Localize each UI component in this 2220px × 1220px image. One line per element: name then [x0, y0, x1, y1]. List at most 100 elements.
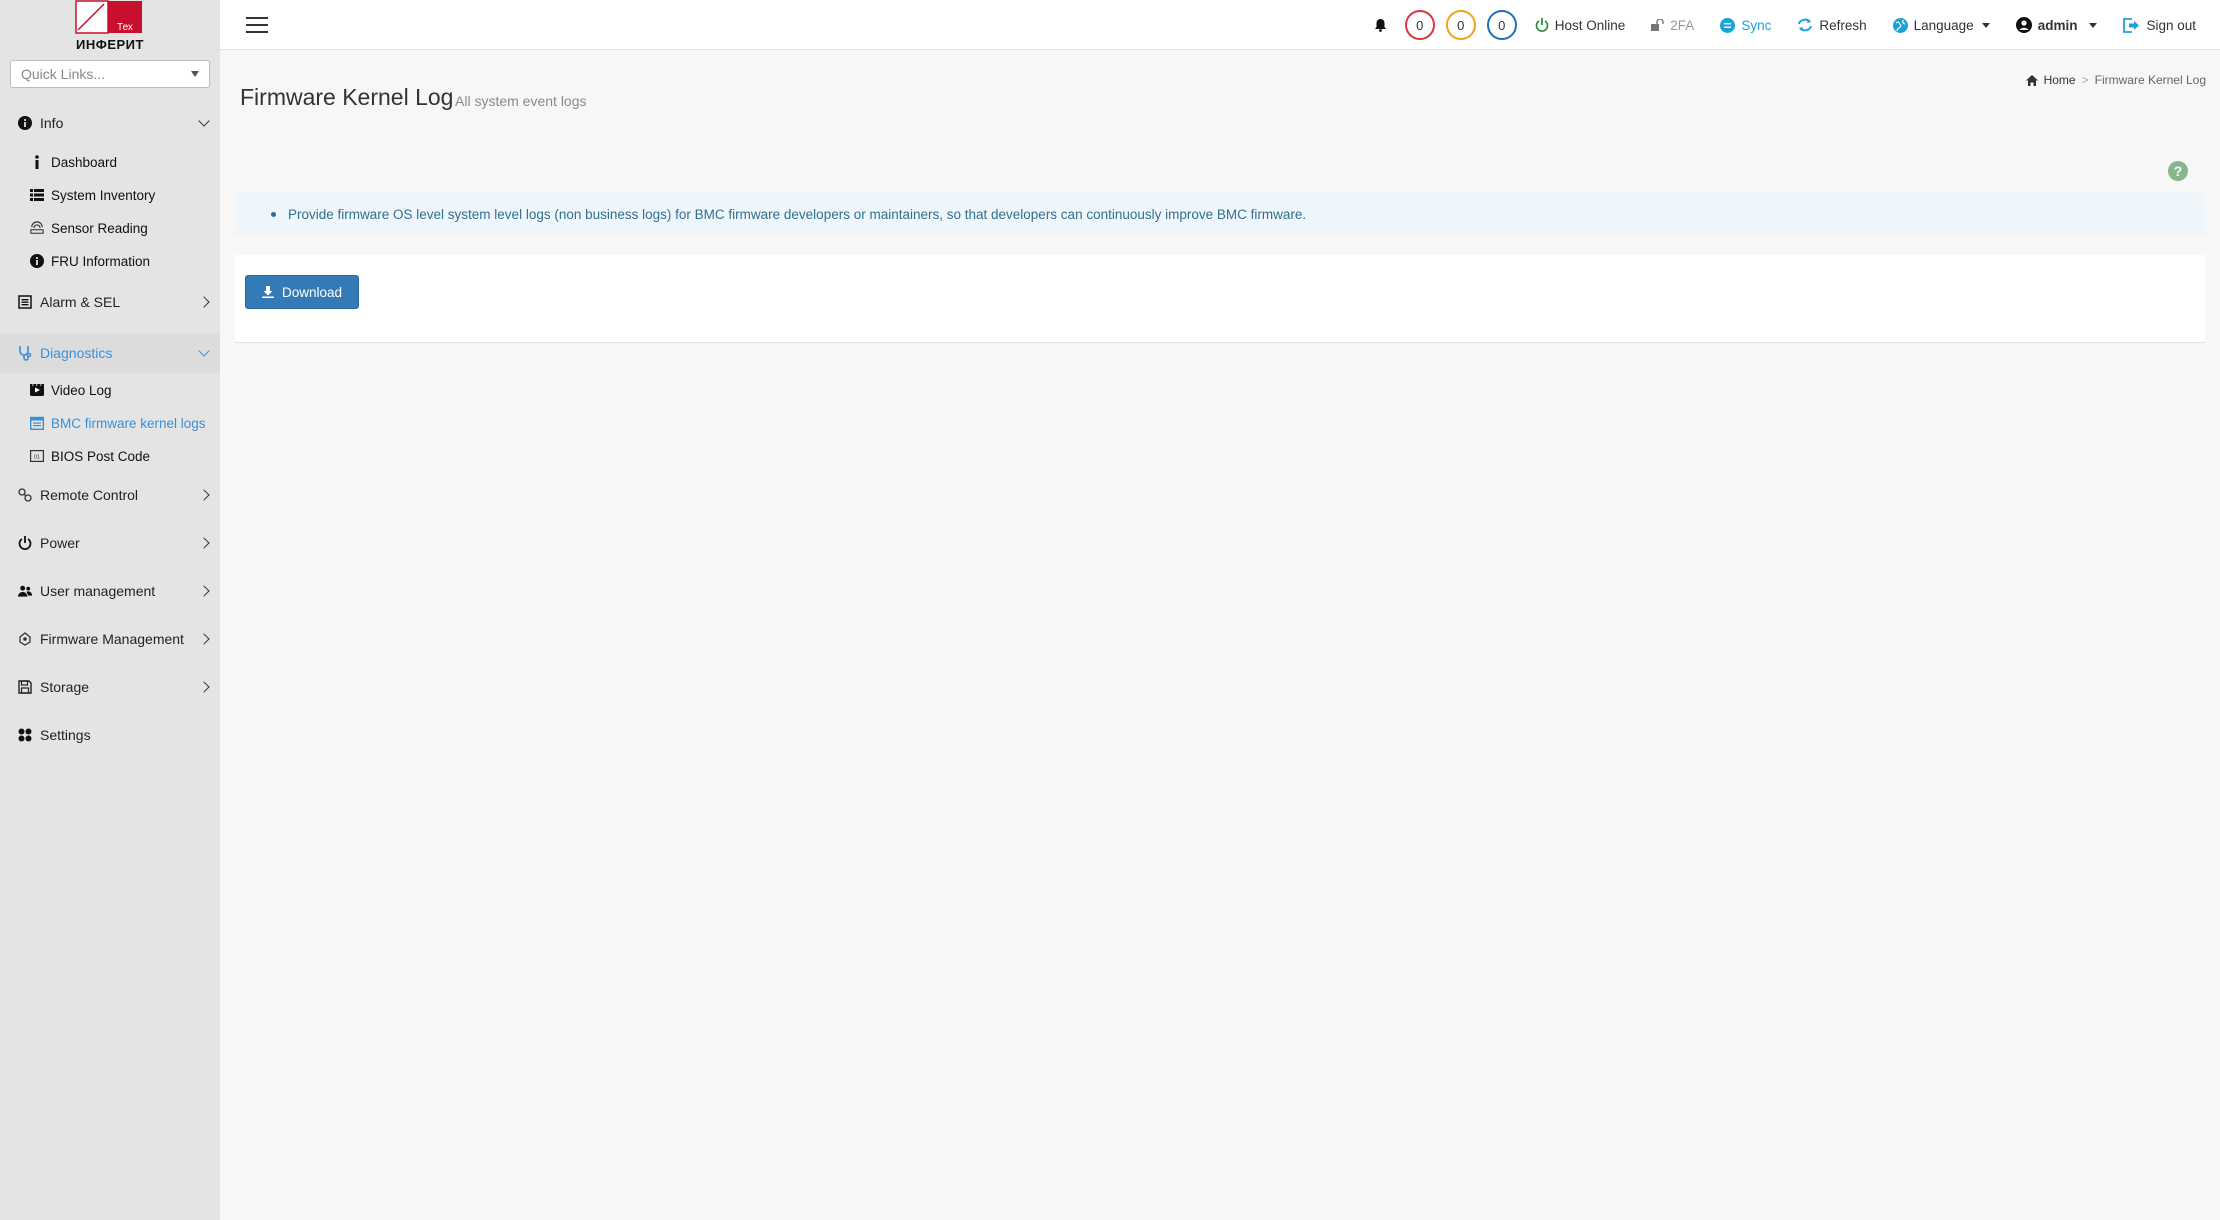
chevron-down-icon [198, 345, 210, 357]
download-label: Download [281, 284, 343, 300]
user-dropdown[interactable]: admin [2015, 17, 2098, 33]
sidebar-group-label: Remote Control [40, 487, 139, 503]
breadcrumb-current: Firmware Kernel Log [2094, 73, 2206, 87]
download-panel: Download [235, 255, 2205, 343]
firmware-icon [18, 632, 32, 646]
sidebar-item-label: Dashboard [51, 154, 118, 170]
sidebar-group-firmware-management[interactable]: Firmware Management [0, 622, 220, 656]
refresh-button[interactable]: Refresh [1797, 18, 1867, 33]
remote-icon [18, 488, 32, 502]
bell-icon [1374, 19, 1386, 32]
unlock-icon [1651, 19, 1664, 31]
sidebar-group-storage[interactable]: Storage [0, 670, 220, 704]
sidebar-group-alarm-sel[interactable]: Alarm & SEL [0, 285, 220, 319]
sidebar-group-user-management[interactable]: User management [0, 574, 220, 608]
logo-icon: Тех [75, 0, 142, 34]
sidebar-group-label: Settings [40, 727, 91, 743]
chevron-right-icon [198, 489, 210, 501]
sidebar-group-label: Firmware Management [40, 631, 184, 647]
breadcrumb-separator: > [2081, 73, 2089, 87]
users-icon [18, 584, 32, 598]
svg-text:01: 01 [34, 455, 40, 461]
calendar-list-icon [30, 416, 44, 430]
info-text: Provide firmware OS level system level l… [288, 206, 1307, 222]
sidebar-item-label: FRU Information [51, 253, 151, 269]
chevron-right-icon [198, 585, 210, 597]
chevron-right-icon [198, 633, 210, 645]
sidebar-item-fru-information[interactable]: FRU Information [0, 245, 220, 277]
user-circle-icon [2015, 17, 2032, 33]
warning-count-badge[interactable]: 0 [1445, 10, 1476, 40]
power-icon [1535, 18, 1549, 32]
bullet-icon [271, 211, 276, 217]
critical-count-badge[interactable]: 0 [1404, 10, 1435, 40]
quick-links-placeholder: Quick Links... [21, 66, 106, 82]
logo[interactable]: Тех ИНФЕРИТ [0, 0, 220, 52]
download-button[interactable]: Download [245, 275, 359, 309]
sidebar-item-label: Video Log [51, 382, 112, 398]
sync-label: Sync [1741, 17, 1772, 33]
sync-icon [1720, 17, 1736, 33]
notifications-bell[interactable] [1374, 18, 1387, 32]
menu-toggle-icon[interactable] [246, 17, 268, 33]
sidebar-item-bios-post-code[interactable]: 01 BIOS Post Code [0, 440, 220, 472]
info-callout: Provide firmware OS level system level l… [235, 193, 2205, 235]
list-icon [30, 188, 44, 202]
info-circle-icon [30, 254, 44, 268]
language-label: Language [1913, 17, 1974, 33]
chevron-down-icon [191, 71, 199, 77]
sidebar-group-label: Diagnostics [40, 345, 113, 361]
sidebar-group-settings[interactable]: Settings [0, 718, 220, 752]
sign-out-icon [2123, 17, 2140, 33]
download-icon [261, 286, 274, 298]
sidebar-item-sensor-reading[interactable]: Sensor Reading [0, 212, 220, 244]
sidebar-group-label: Storage [40, 679, 90, 695]
sidebar-group-diagnostics[interactable]: Diagnostics [0, 333, 220, 373]
sidebar-item-bmc-kernel-logs[interactable]: BMC firmware kernel logs [0, 407, 220, 439]
sidebar-group-label: Info [40, 115, 64, 131]
sidebar-item-system-inventory[interactable]: System Inventory [0, 179, 220, 211]
host-status-label: Host Online [1554, 17, 1626, 33]
home-icon [2025, 74, 2038, 86]
video-icon [30, 383, 44, 397]
sync-button[interactable]: Sync [1720, 17, 1772, 33]
twofa-label: 2FA [1670, 17, 1695, 33]
logo-text: ИНФЕРИТ [76, 37, 144, 52]
settings-grid-icon [18, 728, 32, 742]
refresh-icon [1798, 18, 1813, 32]
sidebar-item-dashboard[interactable]: Dashboard [0, 146, 220, 178]
host-status[interactable]: Host Online [1535, 17, 1626, 33]
stethoscope-icon [18, 346, 32, 361]
breadcrumb-home[interactable]: Home [2044, 73, 2076, 87]
sidebar-item-label: System Inventory [51, 187, 156, 203]
floppy-disk-icon [18, 680, 32, 694]
sidebar-group-remote-control[interactable]: Remote Control [0, 478, 220, 512]
info-circle-icon [18, 116, 32, 130]
sign-out-label: Sign out [2146, 17, 2196, 33]
sidebar-group-label: Power [40, 535, 80, 551]
page-subtitle: All system event logs [455, 93, 587, 109]
sidebar-group-label: Alarm & SEL [40, 294, 121, 310]
sign-out-button[interactable]: Sign out [2123, 18, 2196, 33]
quick-links-select[interactable]: Quick Links... [10, 60, 210, 88]
caret-down-icon [1981, 22, 1990, 28]
chevron-right-icon [198, 681, 210, 693]
info-icon [30, 155, 44, 169]
chevron-right-icon [198, 537, 210, 549]
sidebar-group-info[interactable]: Info [0, 106, 220, 140]
sidebar-group-label: User management [40, 583, 156, 599]
caret-down-icon [2089, 22, 2098, 28]
sidebar: Тех ИНФЕРИТ Quick Links... Info Dashboar… [0, 0, 220, 1220]
top-navbar: 0 0 0 Host Online 2FA Sync Refresh Langu… [220, 0, 2220, 50]
info-count-badge[interactable]: 0 [1486, 10, 1517, 40]
power-icon [18, 536, 32, 550]
sidebar-item-video-log[interactable]: Video Log [0, 374, 220, 406]
chevron-right-icon [198, 296, 210, 308]
sensor-icon [30, 221, 44, 235]
globe-icon [1892, 17, 1908, 33]
sidebar-group-power[interactable]: Power [0, 526, 220, 560]
help-icon[interactable]: ? [2168, 161, 2188, 181]
language-dropdown[interactable]: Language [1892, 17, 1990, 33]
page-title: Firmware Kernel Log [240, 84, 454, 110]
twofa-button[interactable]: 2FA [1651, 18, 1694, 33]
